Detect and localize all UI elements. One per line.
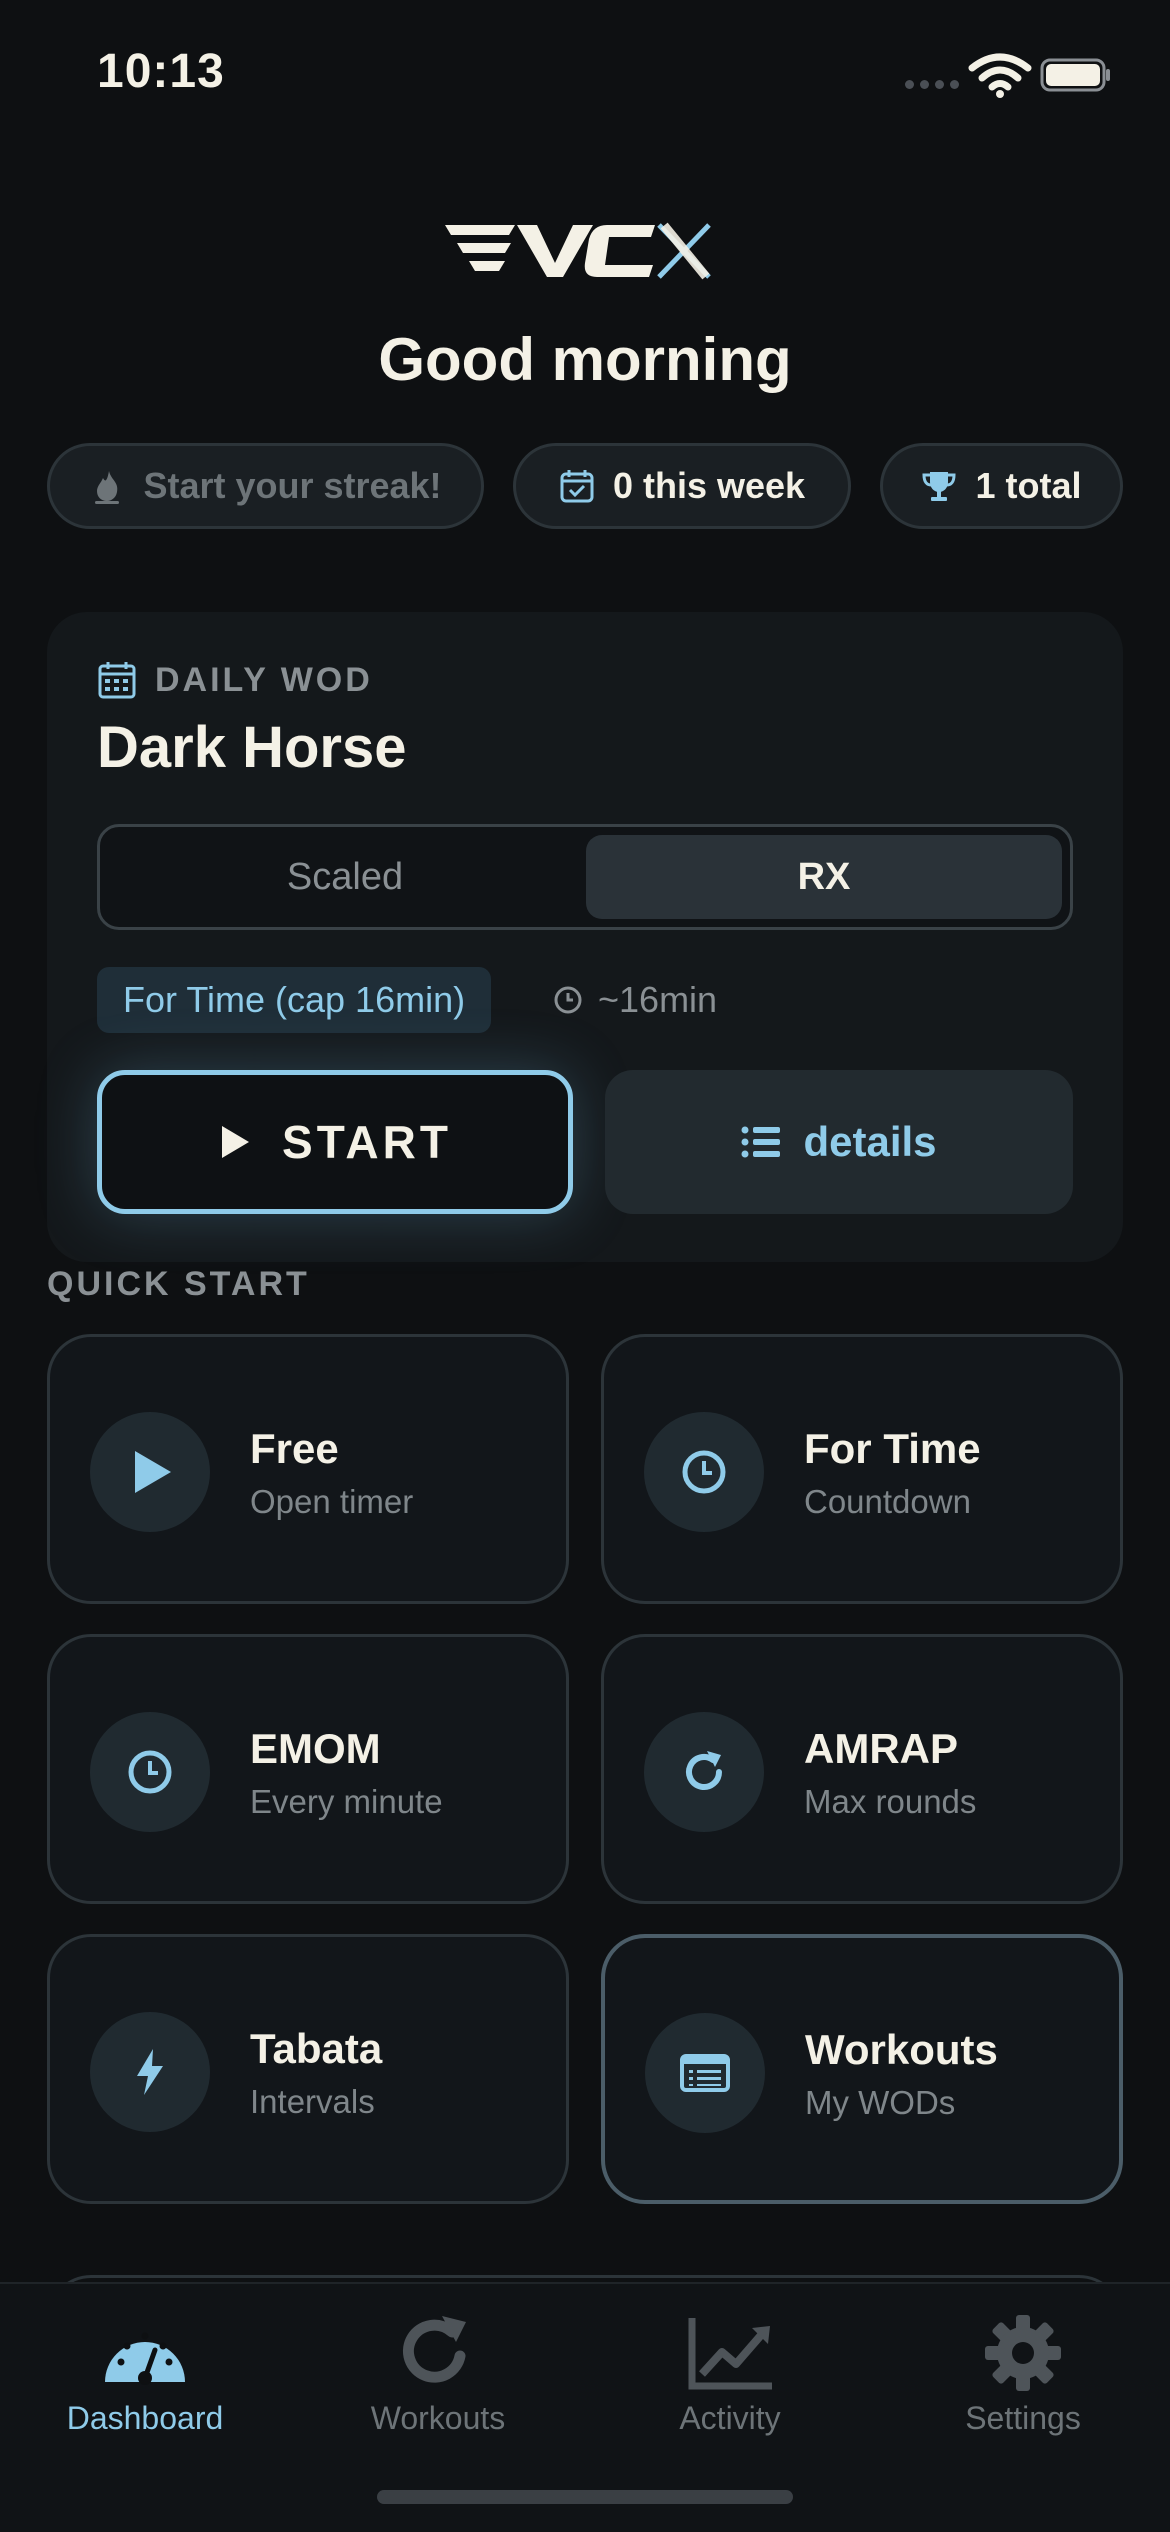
start-wod-button[interactable]: START <box>97 1070 573 1214</box>
clock-icon <box>554 986 582 1014</box>
tile-subtitle: Every minute <box>250 1783 443 1820</box>
quick-start-free[interactable]: Free Open timer <box>47 1334 569 1604</box>
wod-duration-text: ~16min <box>598 979 718 1020</box>
tile-subtitle: Intervals <box>250 2083 375 2120</box>
week-count-label: 0 this week <box>612 465 806 506</box>
play-icon <box>222 1126 250 1158</box>
streak-chip[interactable]: Start your streak! <box>47 443 484 529</box>
tile-icon-badge <box>90 1412 210 1532</box>
list-icon <box>741 1126 781 1158</box>
tile-icon-badge <box>644 1712 764 1832</box>
tab-activity[interactable]: Activity <box>600 2312 860 2452</box>
battery-icon <box>1040 58 1110 92</box>
greeting-title: Good morning <box>378 326 792 393</box>
quick-start-tabata[interactable]: Tabata Intervals <box>47 1934 569 2204</box>
cellular-signal-icon <box>905 80 959 89</box>
segment-scaled[interactable]: Scaled <box>108 835 582 919</box>
status-bar: 10:13 <box>0 0 1170 150</box>
tile-subtitle: Open timer <box>250 1483 414 1520</box>
tile-icon-badge <box>90 1712 210 1832</box>
tile-title: For Time <box>804 1425 981 1472</box>
quick-start-amrap[interactable]: AMRAP Max rounds <box>601 1634 1123 1904</box>
wod-duration: ~16min <box>552 967 717 1033</box>
list-card-icon <box>680 2054 730 2092</box>
calendar-check-icon <box>560 470 594 503</box>
tile-subtitle: Countdown <box>804 1483 971 1520</box>
tile-subtitle: Max rounds <box>804 1783 977 1820</box>
tab-label: Activity <box>679 2400 781 2436</box>
scaling-segmented-control: Scaled RX <box>97 824 1073 930</box>
tab-label: Dashboard <box>66 2400 224 2436</box>
gauge-icon <box>105 2332 185 2385</box>
tile-icon-badge <box>90 2012 210 2132</box>
segment-rx[interactable]: RX <box>586 835 1062 919</box>
tab-label: Settings <box>965 2400 1081 2436</box>
week-count-chip[interactable]: 0 this week <box>513 443 851 529</box>
tile-icon-badge <box>644 1412 764 1532</box>
tab-settings[interactable]: Settings <box>893 2312 1153 2452</box>
tile-title: Tabata <box>250 2025 383 2072</box>
streak-chip-label: Start your streak! <box>143 465 442 506</box>
start-button-label: START <box>282 1116 452 1168</box>
app-logo <box>445 222 711 280</box>
wod-title: Dark Horse <box>97 715 407 780</box>
bolt-icon <box>137 2049 163 2095</box>
daily-wod-label: DAILY WOD <box>155 660 373 699</box>
home-indicator[interactable] <box>377 2490 793 2504</box>
tab-workouts[interactable]: Workouts <box>308 2312 568 2452</box>
refresh-icon <box>403 2316 466 2383</box>
daily-wod-header: DAILY WOD <box>97 660 373 700</box>
chart-line-icon <box>688 2318 772 2390</box>
status-time: 10:13 <box>97 45 225 98</box>
tile-icon-badge <box>645 2013 765 2133</box>
play-icon <box>135 1451 171 1493</box>
total-count-chip[interactable]: 1 total <box>880 443 1123 529</box>
tile-subtitle: My WODs <box>805 2084 956 2121</box>
wifi-icon <box>968 53 1032 98</box>
wod-details-button[interactable]: details <box>605 1070 1073 1214</box>
flame-icon <box>95 471 120 504</box>
wod-format-badge: For Time (cap 16min) <box>97 967 492 1033</box>
tile-title: Free <box>250 1425 339 1472</box>
daily-wod-card: DAILY WOD Dark Horse Scaled RX For Time … <box>47 612 1123 1262</box>
quick-start-for-time[interactable]: For Time Countdown <box>601 1334 1123 1604</box>
gear-icon <box>985 2315 1061 2391</box>
tile-title: EMOM <box>250 1725 381 1772</box>
quick-start-emom[interactable]: EMOM Every minute <box>47 1634 569 1904</box>
refresh-icon <box>686 1751 722 1790</box>
quick-start-workouts[interactable]: Workouts My WODs <box>601 1934 1123 2204</box>
tab-dashboard[interactable]: Dashboard <box>15 2312 275 2452</box>
tab-label: Workouts <box>370 2400 506 2436</box>
quick-start-heading: QUICK START <box>47 1265 310 1303</box>
details-button-label: details <box>803 1118 937 1165</box>
tile-title: AMRAP <box>804 1725 958 1772</box>
calendar-icon <box>98 662 136 699</box>
total-count-label: 1 total <box>975 465 1082 506</box>
trophy-icon <box>922 472 956 501</box>
tile-title: Workouts <box>805 2026 998 2073</box>
clock-icon <box>128 1750 172 1794</box>
clock-icon <box>682 1450 726 1494</box>
